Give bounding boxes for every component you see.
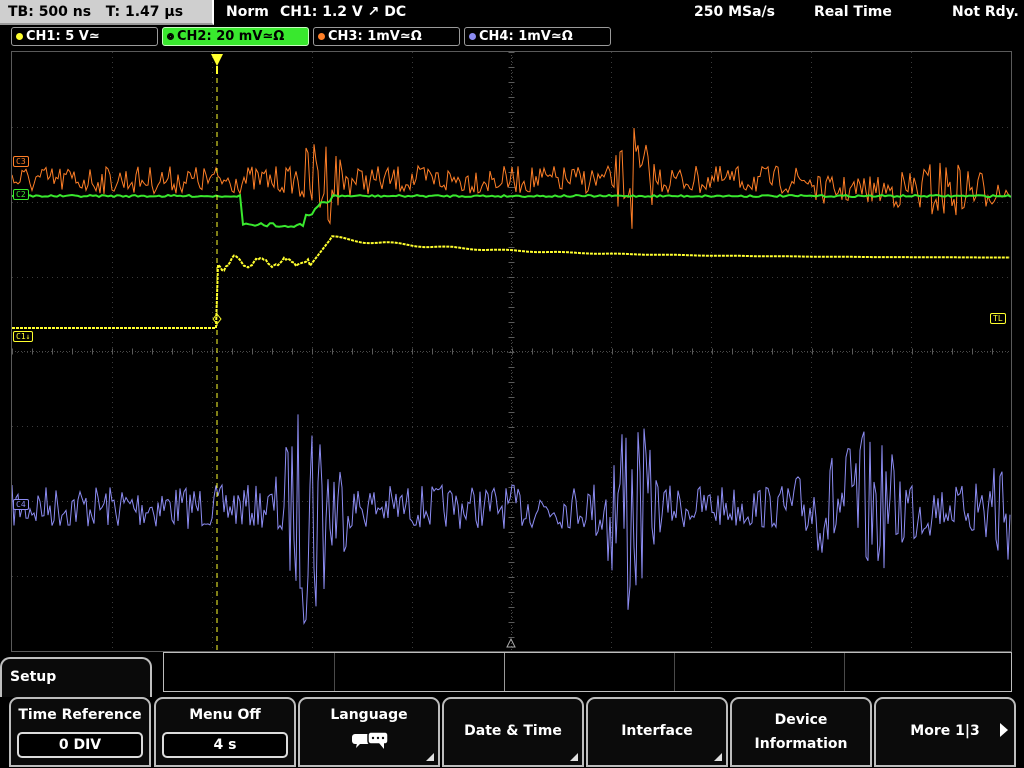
sample-rate: 250 MSa/s [694, 4, 776, 20]
time-reference-value: 0 DIV [17, 732, 143, 758]
ch1-offset-marker[interactable]: C1↓ [13, 331, 34, 342]
ch3-trace [12, 127, 1011, 229]
interface-softkey[interactable]: Interface [586, 697, 728, 767]
softkey-label-line1: Device [774, 712, 828, 728]
channel-tab-label: CH1: 5 V≃ [26, 29, 100, 44]
time-reference-marker [506, 637, 516, 648]
chevron-right-icon [1000, 723, 1008, 737]
softkey-label-line2: Information [754, 736, 848, 752]
channel-tab-label: CH4: 1mV≃Ω [479, 29, 573, 44]
date-time-softkey[interactable]: Date & Time [442, 697, 584, 767]
ch2-color-dot [167, 33, 174, 40]
overview-divider [844, 653, 845, 691]
memory-overview-bar[interactable] [163, 652, 1012, 692]
menu-title-label: Setup [10, 669, 57, 685]
waveform-traces [12, 54, 1011, 651]
language-softkey[interactable]: Language [298, 697, 440, 767]
ch4-offset-marker[interactable]: C4 [13, 499, 29, 510]
menu-title-setup: Setup [0, 657, 152, 697]
menu-off-softkey[interactable]: Menu Off 4 s [154, 697, 296, 767]
speech-bubbles-icon [352, 731, 389, 749]
softkey-label: Interface [621, 723, 693, 739]
time-reference-softkey[interactable]: Time Reference 0 DIV [9, 697, 151, 767]
channel-tab-ch2[interactable]: CH2: 20 mV≃Ω [162, 27, 309, 46]
softkey-label: Menu Off [189, 707, 261, 723]
ch2-trace [12, 193, 1011, 229]
ch1-trace [12, 235, 1010, 329]
softkey-label: Language [330, 707, 408, 723]
ch3-offset-marker[interactable]: C3 [13, 156, 29, 167]
submenu-corner-icon [570, 753, 578, 761]
submenu-corner-icon [426, 753, 434, 761]
timebase-label: TB: 500 ns [8, 4, 92, 20]
channel-tab-ch1[interactable]: CH1: 5 V≃ [11, 27, 158, 46]
acquisition-state: Not Rdy. [952, 4, 1019, 20]
waveform-display[interactable]: C3 C2 C1↓ C4 TL [11, 51, 1012, 652]
ch2-offset-marker[interactable]: C2 [13, 189, 29, 200]
trigger-position-icon [211, 54, 223, 66]
softkey-label: Time Reference [18, 707, 142, 723]
submenu-corner-icon [714, 753, 722, 761]
overview-center [504, 653, 505, 691]
softkey-label: More 1|3 [910, 723, 980, 739]
trigger-level-marker[interactable]: TL [990, 313, 1006, 324]
device-information-softkey[interactable]: Device Information [730, 697, 872, 767]
ch4-trace [12, 414, 1011, 626]
menu-off-value: 4 s [162, 732, 288, 758]
acquisition-mode: Real Time [814, 4, 892, 20]
trigger-config[interactable]: CH1: 1.2 V ↗ DC [280, 0, 406, 24]
softkey-label: Date & Time [464, 723, 562, 739]
ch4-color-dot [469, 33, 476, 40]
trigger-mode[interactable]: Norm [226, 0, 269, 24]
overview-divider [674, 653, 675, 691]
ch1-color-dot [16, 33, 23, 40]
channel-tab-label: CH2: 20 mV≃Ω [177, 29, 285, 44]
more-softkey[interactable]: More 1|3 [874, 697, 1016, 767]
timebase-readout[interactable]: TB: 500 ns T: 1.47 µs [0, 0, 214, 25]
status-bar: TB: 500 ns T: 1.47 µs Norm CH1: 1.2 V ↗ … [0, 0, 1024, 25]
channel-tab-label: CH3: 1mV≃Ω [328, 29, 422, 44]
channel-tab-ch4[interactable]: CH4: 1mV≃Ω [464, 27, 611, 46]
overview-divider [334, 653, 335, 691]
ch3-color-dot [318, 33, 325, 40]
trigger-time-label: T: 1.47 µs [105, 4, 184, 20]
channel-tab-ch3[interactable]: CH3: 1mV≃Ω [313, 27, 460, 46]
